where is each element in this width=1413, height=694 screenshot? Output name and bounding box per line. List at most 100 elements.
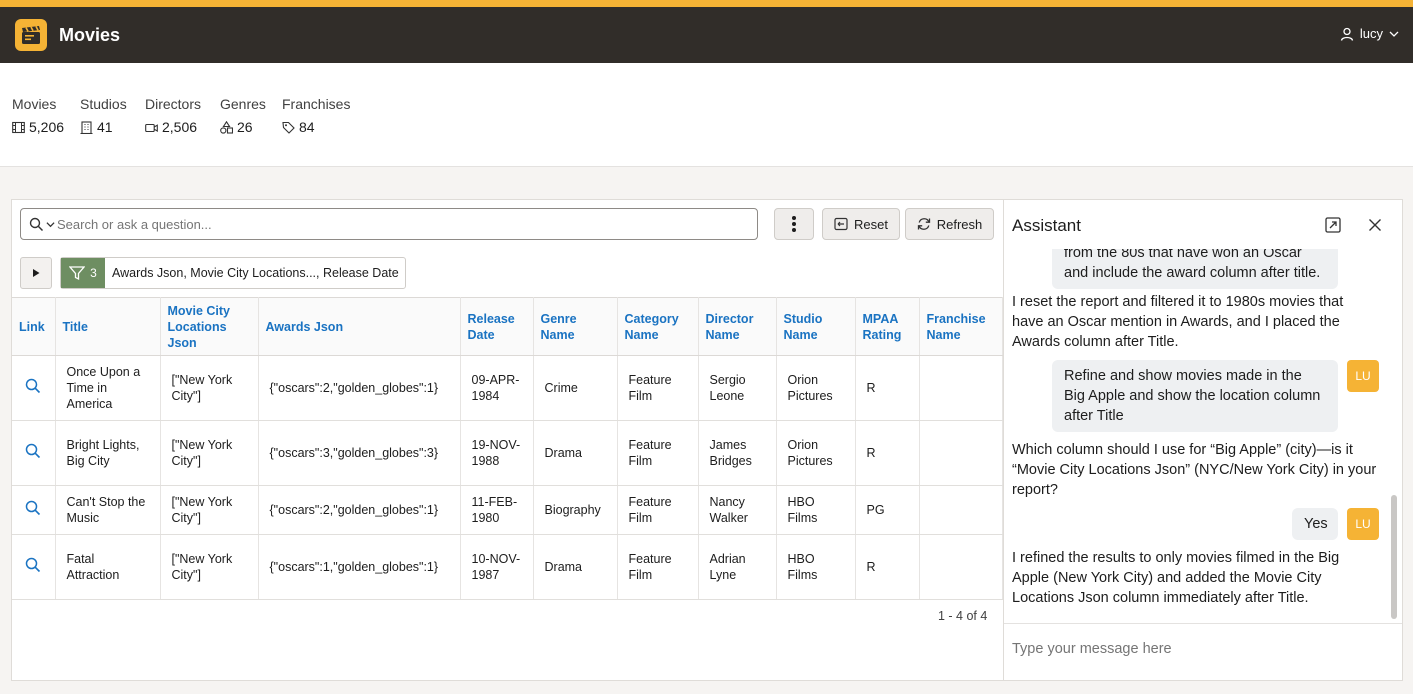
stat-directors[interactable]: Directors 2,506 <box>145 96 201 135</box>
cell-title: Once Upon a Time in America <box>55 355 161 421</box>
magnifier-icon[interactable] <box>25 500 41 516</box>
shapes-icon <box>220 120 233 134</box>
cell-franchise <box>919 534 1003 600</box>
stat-value: 2,506 <box>162 119 198 135</box>
user-message: from the 80s that have won an Oscar and … <box>1052 249 1338 289</box>
clapperboard-logo-icon[interactable] <box>15 19 47 51</box>
user-message: Refine and show movies made in the Big A… <box>1052 360 1338 432</box>
column-header-category[interactable]: Category Name <box>617 297 699 356</box>
row-link[interactable] <box>12 534 56 600</box>
chat-history[interactable]: from the 80s that have won an Oscar and … <box>1004 249 1402 622</box>
toggle-controls-button[interactable] <box>20 257 52 289</box>
magnifier-icon[interactable] <box>25 557 41 573</box>
app-title: Movies <box>59 25 121 45</box>
cell-title: Fatal Attraction <box>55 534 161 600</box>
table-row: Can't Stop the Music ["New York City"] {… <box>12 485 1003 535</box>
stat-label: Movies <box>12 96 57 112</box>
cell-locations: ["New York City"] <box>160 534 259 600</box>
column-header-title[interactable]: Title <box>55 297 161 356</box>
play-icon <box>33 269 40 277</box>
stat-movies[interactable]: Movies 5,206 <box>12 96 64 135</box>
user-icon <box>1340 27 1354 41</box>
stat-label: Studios <box>80 96 127 112</box>
cell-title: Bright Lights, Big City <box>55 420 161 486</box>
username: lucy <box>1359 26 1383 41</box>
chat-scrollbar[interactable] <box>1391 495 1397 619</box>
stat-value: 5,206 <box>29 119 65 135</box>
cell-mpaa: R <box>855 420 920 486</box>
assistant-message: Which column should I use for “Big Apple… <box>1012 442 1377 498</box>
cell-genre: Crime <box>533 355 618 421</box>
stat-genres[interactable]: Genres 26 <box>220 96 266 135</box>
column-header-genre[interactable]: Genre Name <box>533 297 618 356</box>
magnifier-icon[interactable] <box>25 378 41 394</box>
column-header-release-date[interactable]: Release Date <box>460 297 534 356</box>
table-header-row: Link Title Movie City Locations Json Awa… <box>12 297 1003 356</box>
table-row: Fatal Attraction ["New York City"] {"osc… <box>12 534 1003 600</box>
filter-count-badge[interactable]: 3 <box>61 258 105 288</box>
column-header-awards[interactable]: Awards Json <box>258 297 461 356</box>
reset-icon <box>834 217 848 231</box>
cell-franchise <box>919 485 1003 535</box>
reset-label: Reset <box>854 216 888 232</box>
close-icon[interactable] <box>1366 216 1384 234</box>
search-options-menu[interactable] <box>21 217 57 232</box>
magnifier-icon[interactable] <box>25 443 41 459</box>
cell-awards: {"oscars":3,"golden_globes":3} <box>258 420 461 486</box>
film-icon <box>12 121 25 133</box>
tag-icon <box>282 121 295 134</box>
cell-studio: Orion Pictures <box>776 420 856 486</box>
assistant-message: I refined the results to only movies fil… <box>1012 550 1340 606</box>
cell-mpaa: PG <box>855 485 920 535</box>
app-header: Movies lucy <box>0 7 1413 63</box>
row-link[interactable] <box>12 420 56 486</box>
user-avatar: LU <box>1347 360 1379 392</box>
user-message: Yes <box>1292 508 1338 540</box>
cell-genre: Drama <box>533 534 618 600</box>
stat-franchises[interactable]: Franchises 84 <box>282 96 350 135</box>
cell-genre: Biography <box>533 485 618 535</box>
column-header-studio[interactable]: Studio Name <box>776 297 856 356</box>
actions-menu-button[interactable] <box>774 208 814 240</box>
stat-label: Franchises <box>282 96 351 112</box>
column-header-franchise[interactable]: Franchise Name <box>919 297 1003 356</box>
stat-value: 41 <box>97 119 113 135</box>
cell-locations: ["New York City"] <box>160 355 259 421</box>
popout-icon[interactable] <box>1324 216 1342 234</box>
search-bar[interactable] <box>20 208 758 240</box>
message-composer[interactable] <box>1004 623 1402 680</box>
column-header-mpaa-rating[interactable]: MPAA Rating <box>855 297 920 356</box>
active-filters-chip[interactable]: 3 Awards Json, Movie City Locations..., … <box>60 257 406 289</box>
reset-button[interactable]: Reset <box>822 208 900 240</box>
cell-awards: {"oscars":1,"golden_globes":1} <box>258 534 461 600</box>
table-row: Bright Lights, Big City ["New York City"… <box>12 420 1003 486</box>
refresh-button[interactable]: Refresh <box>905 208 994 240</box>
filter-icon <box>69 266 86 281</box>
user-menu[interactable]: lucy <box>1340 26 1399 41</box>
cell-release-date: 10-NOV-1987 <box>460 534 534 600</box>
table-row: Once Upon a Time in America ["New York C… <box>12 355 1003 421</box>
cell-release-date: 11-FEB-1980 <box>460 485 534 535</box>
row-link[interactable] <box>12 355 56 421</box>
row-link[interactable] <box>12 485 56 535</box>
cell-franchise <box>919 355 1003 421</box>
cell-studio: HBO Films <box>776 485 856 535</box>
stat-label: Directors <box>145 96 202 112</box>
stat-label: Genres <box>220 96 266 112</box>
camera-icon <box>145 123 158 132</box>
column-header-link[interactable]: Link <box>12 297 56 356</box>
cell-release-date: 19-NOV-1988 <box>460 420 534 486</box>
column-header-director[interactable]: Director Name <box>698 297 777 356</box>
cell-director: James Bridges <box>698 420 777 486</box>
cell-director: Adrian Lyne <box>698 534 777 600</box>
cell-studio: Orion Pictures <box>776 355 856 421</box>
message-input[interactable] <box>1012 641 1392 657</box>
search-icon <box>29 217 44 231</box>
cell-awards: {"oscars":2,"golden_globes":1} <box>258 355 461 421</box>
stat-value: 84 <box>299 119 315 135</box>
search-input[interactable] <box>57 216 757 232</box>
column-header-movie-city-locations[interactable]: Movie City Locations Json <box>160 297 259 356</box>
cell-category: Feature Film <box>617 420 699 486</box>
stat-studios[interactable]: Studios 41 <box>80 96 127 135</box>
cell-genre: Drama <box>533 420 618 486</box>
